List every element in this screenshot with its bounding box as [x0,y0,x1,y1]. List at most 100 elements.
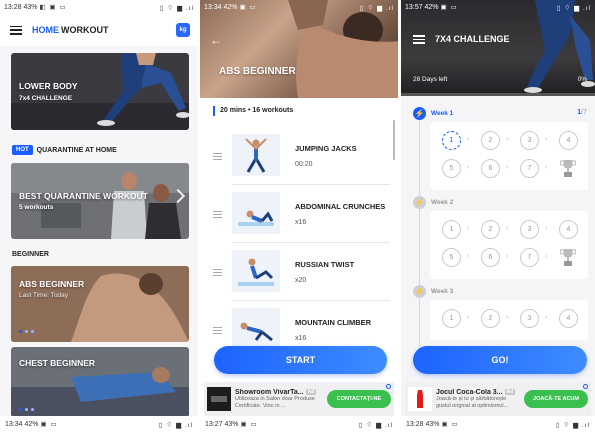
scrollbar[interactable] [393,120,395,160]
back-arrow-icon[interactable]: ← [210,33,222,47]
ad-title: Jocul Coca-Cola 3... Ad [436,389,521,396]
ad-cta-button[interactable]: JOACĂ-TE ACUM [524,390,588,408]
exercise-detail: x16 [295,335,307,342]
quarantine-workout-card[interactable]: BEST QUARANTINE WORKOUT 5 workouts [11,163,189,239]
status-icons: ▣ ▭ [441,421,459,428]
day-button[interactable]: 6 [481,159,500,178]
status-battery: 43% [224,421,239,428]
menu-icon[interactable] [10,25,22,35]
exercise-row[interactable]: ABDOMINAL CRUNCHES x16 [200,184,398,242]
lightning-icon: ⚡ [413,196,426,209]
day-button[interactable]: 5 [442,159,461,178]
ad-body: Utilizeaza in Salon doar Produse Certifi… [235,395,315,409]
status-icons: ▣ ▭ [40,421,58,428]
day-button[interactable]: 6 [481,248,500,267]
day-button[interactable]: 3 [520,309,539,328]
week-card: 1 › 2 › 3 › 4 5 › 6 › 7 › [430,122,588,190]
exercise-detail: 00:20 [295,161,313,168]
day-button[interactable]: 7 [520,248,539,267]
page-title: ABS BEGINNER [219,66,296,77]
exercise-name: ABDOMINAL CRUNCHES [295,202,386,211]
challenge-progress-bar [401,93,595,96]
status-time: 13:34 [204,4,222,11]
day-button[interactable]: 2 [481,131,500,150]
status-battery: 43% [425,421,440,428]
chevron-right-icon: › [506,164,509,171]
week-label: Week 2 [431,199,454,206]
card-subtitle: Last Time: Today [19,292,69,299]
day-button[interactable]: 3 [520,131,539,150]
exercise-row[interactable]: RUSSIAN TWIST x20 [200,242,398,300]
lower-body-image [11,53,189,130]
abs-beginner-card[interactable]: ABS BEGINNER Last Time: Today [11,266,189,342]
chevron-right-icon: › [545,136,548,143]
drag-handle-icon[interactable] [213,211,222,218]
drag-handle-icon[interactable] [213,327,222,334]
day-button[interactable]: 5 [442,248,461,267]
status-time: 13:34 [5,421,23,428]
status-bar: 13:57 42% ▣ ▭ ▯ ⌔ ▆ .ıl [401,0,595,14]
card-title: BEST QUARANTINE WORKOUT [19,191,148,201]
drag-handle-icon[interactable] [213,153,222,160]
ad-banner[interactable]: Showroom VivarTa... Ad Utilizeaza in Salo… [204,382,394,416]
lower-body-card[interactable]: LOWER BODY 7x4 CHALLENGE [11,53,189,130]
title-workout: WORKOUT [61,25,109,35]
start-button[interactable]: START [214,346,387,374]
day-button[interactable]: 3 [520,220,539,239]
day-button[interactable]: 1 [442,309,461,328]
challenge-screen: 13:57 42% ▣ ▭ ▯ ⌔ ▆ .ıl 7X4 CHALLENGE 28… [401,0,595,432]
chest-beginner-card[interactable]: CHEST BEGINNER [11,347,189,417]
status-icons: ▣ ▭ [240,421,258,428]
card-title: CHEST BEGINNER [19,358,96,368]
kg-icon[interactable]: kg [176,23,190,37]
abdominal-crunches-icon [232,192,280,234]
exercise-detail: x16 [295,219,307,226]
title-home: HOME [32,25,59,35]
status-icons: ◧ ▣ ▭ [39,4,67,11]
day-button[interactable]: 1 [442,220,461,239]
hero-banner [200,0,398,98]
card-subtitle: 7x4 CHALLENGE [19,95,73,102]
go-button[interactable]: GO! [413,346,587,374]
status-signal: ▯ ⌔ ▆ .ıl [159,4,194,12]
hero-image [288,0,398,98]
chevron-right-icon: › [467,225,470,232]
ad-body: Joacă-te și tu și sărbătorește gustul or… [436,395,509,409]
status-bar: 13:34 42% ▣ ▭ ▯ ⌔ ▆ .ıl [200,0,398,14]
hot-badge: HOT [12,145,33,155]
day-button[interactable]: 4 [559,131,578,150]
day-button[interactable]: 4 [559,220,578,239]
chevron-right-icon: › [545,164,548,171]
card-title: ABS BEGINNER [19,279,85,289]
day-button[interactable]: 1 [442,131,461,150]
exercise-name: JUMPING JACKS [295,144,357,153]
menu-icon[interactable] [413,35,425,44]
workout-summary: 20 mins • 16 workouts [213,106,293,116]
drag-handle-icon[interactable] [213,269,222,276]
status-time: 13:28 [406,421,424,428]
ad-info-icon[interactable] [386,384,391,389]
status-time: 13:27 [205,421,223,428]
ad-cta-button[interactable]: CONTACTAȚI-NE [327,390,391,408]
chevron-right-icon: › [467,164,470,171]
chevron-right-icon: › [506,136,509,143]
page-title: 7X4 CHALLENGE [435,34,510,44]
status-signal: ▯ ⌔ ▆ .ıl [158,421,193,429]
day-button[interactable]: 2 [481,220,500,239]
status-signal: ▯ ⌔ ▆ .ıl [556,4,591,12]
day-button[interactable]: 2 [481,309,500,328]
chevron-right-icon: › [467,253,470,260]
week-label: Week 1 [431,110,454,117]
week-label: Week 3 [431,288,454,295]
ad-banner[interactable]: Jocul Coca-Cola 3... Ad Joacă-te și tu și… [405,382,591,416]
ad-info-icon[interactable] [583,384,588,389]
chevron-right-icon: › [467,314,470,321]
day-button[interactable]: 4 [559,309,578,328]
abs-image [11,266,189,342]
exercise-row[interactable]: JUMPING JACKS 00:20 [200,126,398,184]
bottom-status-bar: 13:28 43% ▣ ▭ ▯ ⌔ ▆ .ıl [401,416,595,432]
status-battery: 42% [424,4,439,11]
status-time: 13:57 [405,4,423,11]
day-button[interactable]: 7 [520,159,539,178]
chevron-right-icon: › [506,314,509,321]
